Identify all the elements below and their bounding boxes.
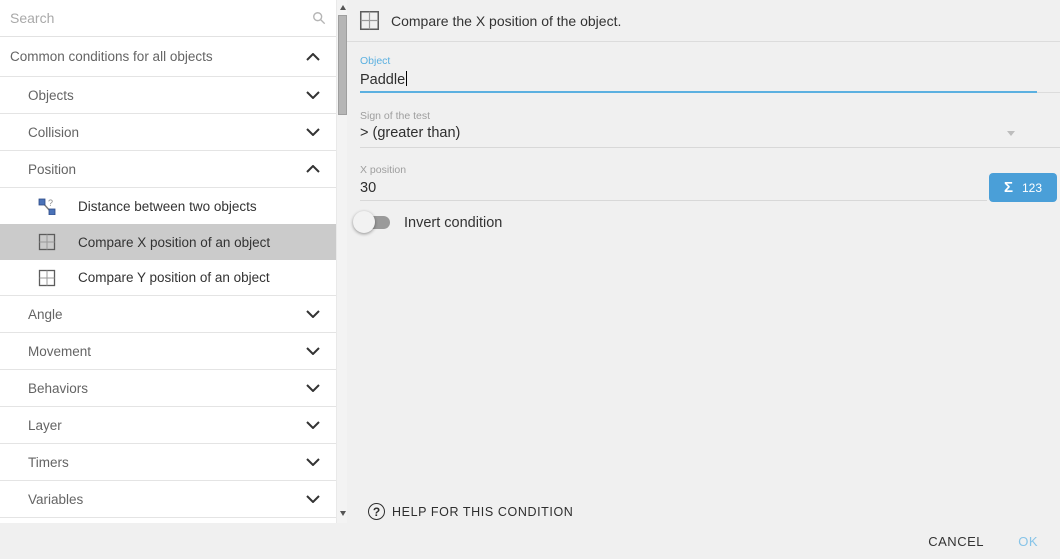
sigma-icon: Σ <box>1004 179 1013 196</box>
sidebar-item-position[interactable]: Position <box>0 151 336 188</box>
object-input-underline-rest <box>1037 92 1060 93</box>
expression-editor-button[interactable]: Σ 123 <box>989 173 1057 202</box>
chevron-down-icon <box>306 458 320 466</box>
search-row <box>0 0 336 37</box>
sign-field-label: Sign of the test <box>360 110 430 122</box>
sidebar-item-objects[interactable]: Objects <box>0 77 336 114</box>
text-cursor <box>406 71 407 86</box>
sign-select[interactable]: > (greater than) <box>360 125 460 141</box>
chevron-down-icon <box>306 91 320 99</box>
invert-condition-label: Invert condition <box>404 215 502 231</box>
sidebar-item-label: Movement <box>28 344 306 359</box>
sidebar-item-collision[interactable]: Collision <box>0 114 336 151</box>
select-dropdown-icon[interactable] <box>1007 131 1015 136</box>
sidebar-item-distance-between-objects[interactable]: ? Distance between two objects <box>0 188 336 224</box>
chevron-up-icon <box>306 165 320 173</box>
sidebar-item-behaviors[interactable]: Behaviors <box>0 370 336 407</box>
sidebar-item-compare-y-position[interactable]: Compare Y position of an object <box>0 260 336 296</box>
distance-icon: ? <box>38 197 56 215</box>
sign-select-underline <box>360 147 1060 148</box>
sidebar-item-label: Collision <box>28 125 306 140</box>
search-icon <box>312 10 326 26</box>
expression-123-label: 123 <box>1022 181 1042 195</box>
compare-y-icon <box>38 269 56 287</box>
chevron-down-icon <box>306 495 320 503</box>
sidebar-item-label: Layer <box>28 418 306 433</box>
cancel-button[interactable]: CANCEL <box>928 534 984 549</box>
object-input[interactable]: Paddle <box>360 71 407 88</box>
ok-button[interactable]: OK <box>1018 534 1038 549</box>
sidebar-item-label: Behaviors <box>28 381 306 396</box>
condition-title: Compare the X position of the object. <box>391 13 621 29</box>
sidebar-item-label: Compare Y position of an object <box>78 270 320 285</box>
object-field-label: Object <box>360 55 390 67</box>
conditions-sidebar: Common conditions for all objects Object… <box>0 0 336 523</box>
svg-text:?: ? <box>48 198 53 208</box>
sidebar-item-variables[interactable]: Variables <box>0 481 336 518</box>
chevron-down-icon <box>306 384 320 392</box>
compare-x-icon <box>38 233 56 251</box>
x-position-underline <box>360 200 987 201</box>
sidebar-item-label: Angle <box>28 307 306 322</box>
chevron-down-icon <box>306 128 320 136</box>
x-position-field-label: X position <box>360 164 406 176</box>
sidebar-item-layer[interactable]: Layer <box>0 407 336 444</box>
condition-header: Compare the X position of the object. <box>347 0 1060 42</box>
help-for-condition-button[interactable]: ? HELP FOR THIS CONDITION <box>368 503 573 520</box>
sidebar-item-label: Position <box>28 162 306 177</box>
invert-condition-toggle[interactable]: Invert condition <box>353 211 502 234</box>
sidebar-item-label: Common conditions for all objects <box>10 49 306 64</box>
chevron-up-icon <box>306 53 320 61</box>
sidebar-item-label: Variables <box>28 492 306 507</box>
sidebar-item-angle[interactable]: Angle <box>0 296 336 333</box>
chevron-down-icon <box>306 347 320 355</box>
sidebar-item-movement[interactable]: Movement <box>0 333 336 370</box>
sidebar-item-common-conditions[interactable]: Common conditions for all objects <box>0 37 336 77</box>
sidebar-item-label: Distance between two objects <box>78 199 320 214</box>
object-input-underline <box>360 91 1037 93</box>
help-label: HELP FOR THIS CONDITION <box>392 505 573 519</box>
help-question-icon: ? <box>368 503 385 520</box>
sidebar-item-compare-x-position[interactable]: Compare X position of an object <box>0 224 336 260</box>
chevron-down-icon <box>306 310 320 318</box>
x-position-input[interactable]: 30 <box>360 180 376 196</box>
toggle-track[interactable] <box>357 216 390 229</box>
condition-editor-panel: Compare the X position of the object. Ob… <box>347 0 1060 523</box>
dialog-footer <box>0 523 1060 559</box>
compare-x-icon <box>359 10 380 31</box>
sidebar-scrollbar[interactable] <box>336 0 347 523</box>
sidebar-item-label: Timers <box>28 455 306 470</box>
sidebar-item-label: Objects <box>28 88 306 103</box>
toggle-thumb[interactable] <box>353 211 375 233</box>
sidebar-item-label: Compare X position of an object <box>78 235 320 250</box>
search-input[interactable] <box>10 10 312 26</box>
chevron-down-icon <box>306 421 320 429</box>
sidebar-item-timers[interactable]: Timers <box>0 444 336 481</box>
scrollbar-thumb[interactable] <box>338 15 347 115</box>
